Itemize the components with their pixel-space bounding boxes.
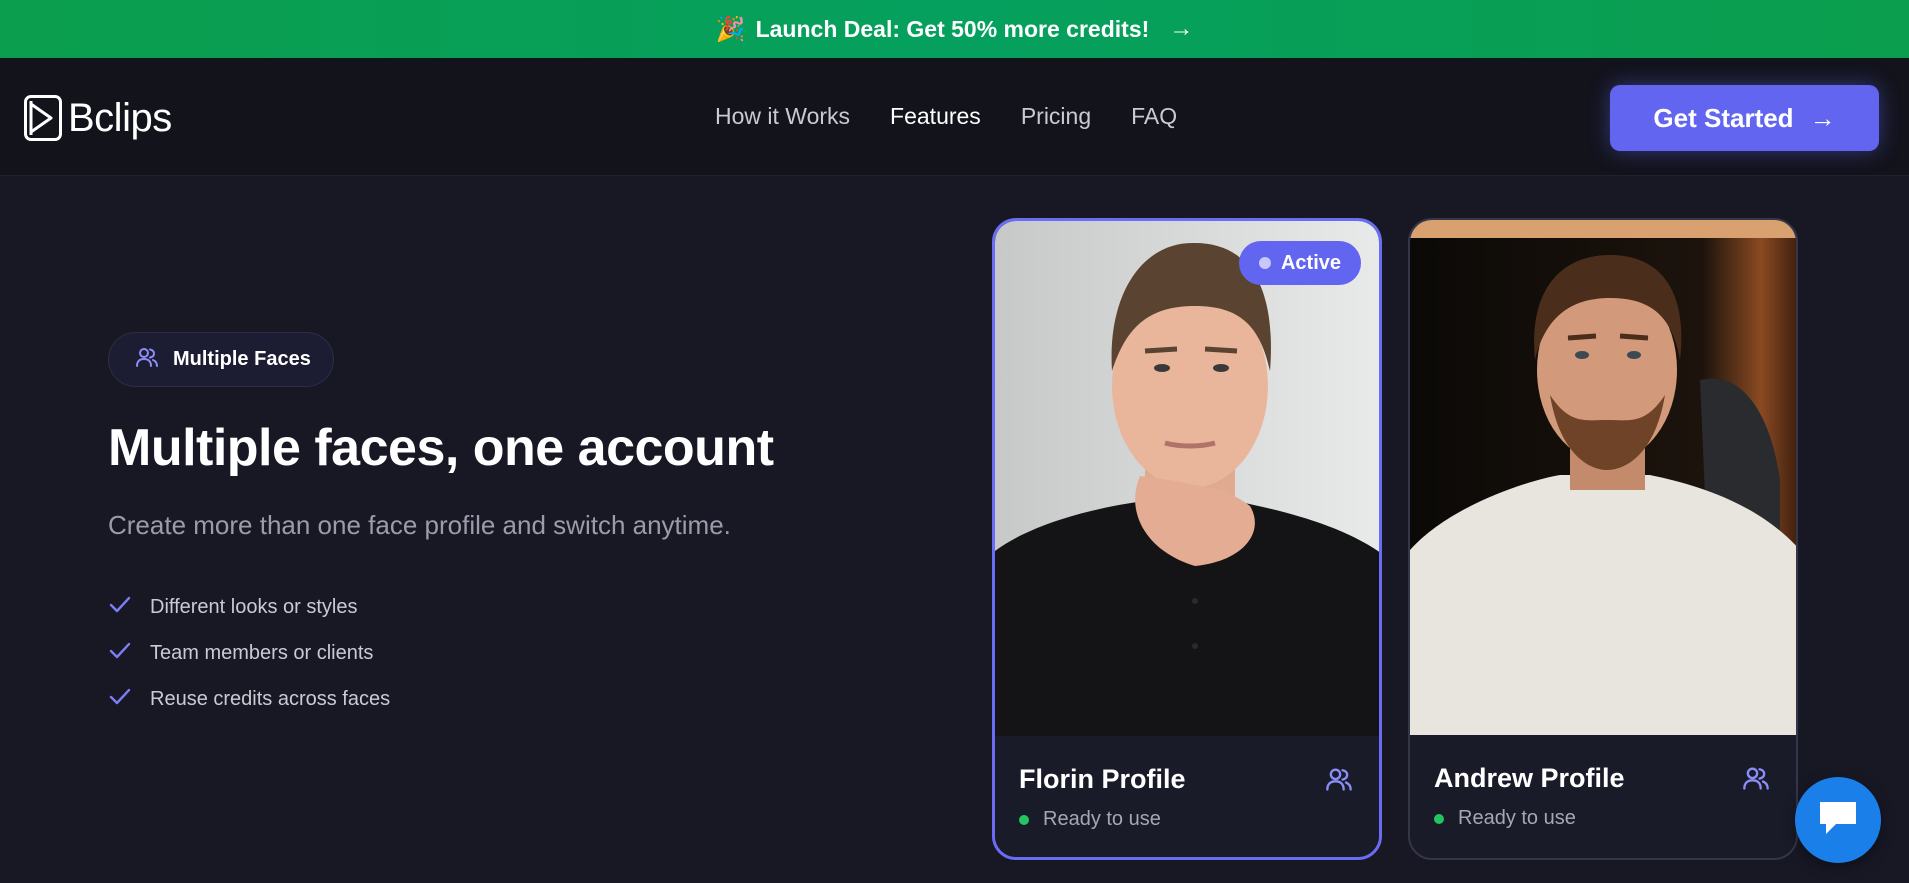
profile-status-text: Ready to use bbox=[1043, 808, 1161, 830]
logo[interactable]: Bclips bbox=[24, 94, 172, 142]
profile-card-florin[interactable]: Active Florin Profile Ready to use bbox=[992, 218, 1382, 860]
site-header: Bclips How it Works Features Pricing FAQ… bbox=[0, 58, 1909, 176]
nav-features[interactable]: Features bbox=[890, 103, 981, 130]
profile-name: Florin Profile bbox=[1019, 764, 1186, 794]
promo-banner[interactable]: 🎉 Launch Deal: Get 50% more credits! → bbox=[0, 0, 1909, 58]
badge-label: Multiple Faces bbox=[173, 348, 311, 370]
list-item: Different looks or styles bbox=[108, 584, 390, 630]
nav-how-it-works[interactable]: How it Works bbox=[715, 103, 850, 130]
list-item-text: Reuse credits across faces bbox=[150, 687, 391, 710]
active-dot-icon bbox=[1258, 257, 1271, 269]
chat-button[interactable] bbox=[1795, 777, 1881, 863]
people-icon bbox=[1742, 765, 1770, 796]
people-icon bbox=[135, 346, 159, 374]
people-icon bbox=[1325, 766, 1353, 797]
promo-text: Launch Deal: Get 50% more credits! bbox=[755, 15, 1150, 42]
arrow-right-icon: → bbox=[1809, 102, 1836, 133]
nav-pricing[interactable]: Pricing bbox=[1021, 103, 1091, 130]
status-dot-icon bbox=[1434, 813, 1444, 824]
nav-faq[interactable]: FAQ bbox=[1131, 103, 1177, 130]
main-nav: How it Works Features Pricing FAQ bbox=[715, 103, 1177, 130]
profile-photo bbox=[995, 221, 1379, 736]
check-icon bbox=[108, 640, 132, 666]
logo-text: Bclips bbox=[68, 95, 172, 140]
arrow-right-icon: → bbox=[1169, 15, 1194, 42]
profile-photo bbox=[1410, 220, 1796, 735]
multiple-faces-badge: Multiple Faces bbox=[108, 332, 334, 387]
profile-status-text: Ready to use bbox=[1458, 807, 1576, 829]
list-item: Reuse credits across faces bbox=[108, 676, 390, 722]
get-started-button[interactable]: Get Started → bbox=[1610, 85, 1879, 151]
status-dot-icon bbox=[1019, 814, 1029, 825]
active-badge-label: Active bbox=[1280, 251, 1342, 274]
check-icon bbox=[108, 594, 132, 620]
chat-icon bbox=[1816, 798, 1860, 843]
profile-card-footer: Andrew Profile Ready to use bbox=[1410, 735, 1796, 858]
profile-status: Ready to use bbox=[1434, 807, 1576, 830]
page-title: Multiple faces, one account bbox=[108, 419, 774, 477]
active-badge: Active bbox=[1239, 241, 1361, 285]
profile-card-footer: Florin Profile Ready to use bbox=[995, 736, 1379, 857]
party-popper-icon: 🎉 bbox=[715, 15, 746, 43]
list-item-text: Different looks or styles bbox=[150, 595, 358, 618]
get-started-label: Get Started bbox=[1653, 102, 1794, 133]
profile-status: Ready to use bbox=[1019, 808, 1161, 831]
profile-card-andrew[interactable]: Andrew Profile Ready to use bbox=[1408, 218, 1798, 860]
list-item: Team members or clients bbox=[108, 630, 390, 676]
feature-checklist: Different looks or styles Team members o… bbox=[108, 584, 390, 722]
profile-name: Andrew Profile bbox=[1434, 763, 1625, 793]
page-subtitle: Create more than one face profile and sw… bbox=[108, 510, 731, 540]
logo-mark-icon bbox=[24, 95, 62, 141]
check-icon bbox=[108, 686, 132, 712]
list-item-text: Team members or clients bbox=[150, 641, 374, 664]
